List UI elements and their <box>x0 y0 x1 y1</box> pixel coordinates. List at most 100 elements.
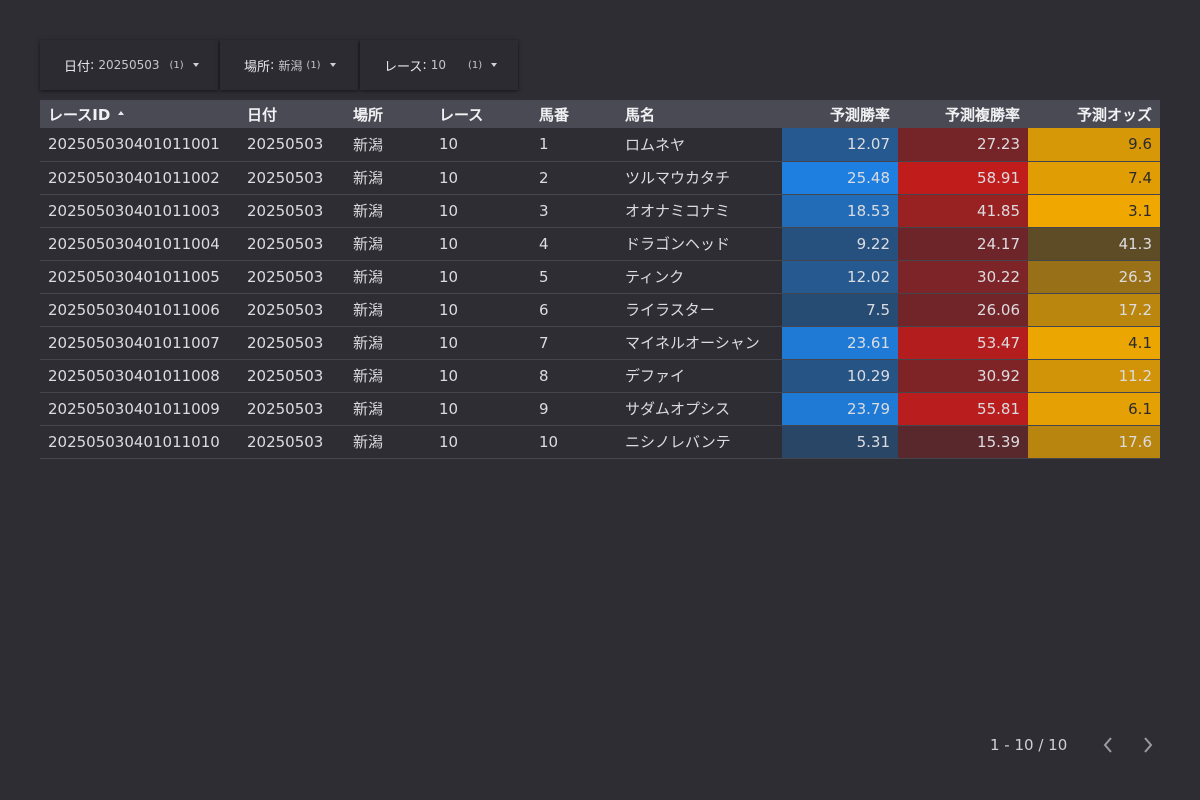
cell-date: 20250503 <box>239 293 345 327</box>
cell-odds: 41.3 <box>1028 227 1160 261</box>
column-header-odds[interactable]: 予測オッズ <box>1028 100 1160 128</box>
cell-date: 20250503 <box>239 161 345 195</box>
cell-win-rate: 7.5 <box>782 293 898 327</box>
table-row[interactable]: 202505030401011006 20250503 新潟 10 6 ライラスター 7.5… <box>40 293 1160 327</box>
cell-place: 新潟 <box>345 293 431 327</box>
cell-win-rate: 12.07 <box>782 128 898 162</box>
cell-place-rate: 53.47 <box>898 326 1028 360</box>
cell-place: 新潟 <box>345 392 431 426</box>
column-header-horse-number[interactable]: 馬番 <box>531 100 617 128</box>
filter-label: 日付 <box>64 59 91 75</box>
cell-place-rate: 30.92 <box>898 359 1028 393</box>
cell-win-rate: 9.22 <box>782 227 898 261</box>
pagination: 1 - 10 / 10 <box>990 733 1177 757</box>
cell-horse-name: ティンク <box>617 260 782 294</box>
cell-place: 新潟 <box>345 227 431 261</box>
cell-race-id: 202505030401011008 <box>40 359 239 393</box>
cell-odds: 9.6 <box>1028 128 1160 162</box>
table-header-row: レースID 日付 場所 レース 馬番 馬名 予測勝率 予測複勝率 予測オッズ <box>40 100 1160 128</box>
cell-date: 20250503 <box>239 359 345 393</box>
cell-race: 10 <box>431 260 531 294</box>
filter-count: (1) <box>306 59 321 71</box>
table-row[interactable]: 202505030401011007 20250503 新潟 10 7 マイネルオーシャン… <box>40 326 1160 360</box>
table-row[interactable]: 202505030401011004 20250503 新潟 10 4 ドラゴンヘッド 9.… <box>40 227 1160 261</box>
cell-horse-name: ドラゴンヘッド <box>617 227 782 261</box>
caret-down-icon <box>491 63 498 67</box>
cell-date: 20250503 <box>239 425 345 459</box>
cell-win-rate: 18.53 <box>782 194 898 228</box>
cell-odds: 7.4 <box>1028 161 1160 195</box>
table-row[interactable]: 202505030401011005 20250503 新潟 10 5 ティンク 12.02… <box>40 260 1160 294</box>
cell-date: 20250503 <box>239 392 345 426</box>
cell-win-rate: 23.79 <box>782 392 898 426</box>
cell-horse-number: 1 <box>531 128 617 162</box>
cell-race-id: 202505030401011005 <box>40 260 239 294</box>
sort-ascending-icon <box>118 111 125 115</box>
cell-race-id: 202505030401011007 <box>40 326 239 360</box>
column-header-race-id[interactable]: レースID <box>40 100 239 128</box>
cell-race: 10 <box>431 128 531 162</box>
filter-race[interactable]: レース: 10 (1) <box>360 40 518 90</box>
cell-race-id: 202505030401011002 <box>40 161 239 195</box>
table-body: 202505030401011001 20250503 新潟 10 1 ロムネヤ 12.07… <box>40 128 1160 459</box>
cell-race: 10 <box>431 326 531 360</box>
filter-place[interactable]: 場所: 新潟 (1) <box>220 40 358 90</box>
cell-place-rate: 58.91 <box>898 161 1028 195</box>
cell-odds: 17.2 <box>1028 293 1160 327</box>
cell-win-rate: 23.61 <box>782 326 898 360</box>
cell-place: 新潟 <box>345 260 431 294</box>
filter-value: 10 <box>430 58 447 72</box>
column-header-win-rate[interactable]: 予測勝率 <box>782 100 898 128</box>
chevron-left-icon[interactable] <box>1097 734 1119 756</box>
cell-horse-name: ニシノレバンテ <box>617 425 782 459</box>
table-row[interactable]: 202505030401011009 20250503 新潟 10 9 サダムオプシス 23… <box>40 392 1160 426</box>
cell-place: 新潟 <box>345 128 431 162</box>
table-row[interactable]: 202505030401011003 20250503 新潟 10 3 オオナミコナミ 18… <box>40 194 1160 228</box>
cell-race: 10 <box>431 194 531 228</box>
chevron-right-icon[interactable] <box>1137 734 1159 756</box>
filter-bar: 日付: 20250503 (1) 場所: 新潟 (1) レース: 10 (1) <box>40 40 518 90</box>
cell-place: 新潟 <box>345 194 431 228</box>
filter-count: (1) <box>468 59 483 71</box>
cell-win-rate: 25.48 <box>782 161 898 195</box>
cell-date: 20250503 <box>239 260 345 294</box>
cell-win-rate: 5.31 <box>782 425 898 459</box>
cell-race: 10 <box>431 161 531 195</box>
column-header-date[interactable]: 日付 <box>239 100 345 128</box>
cell-horse-number: 9 <box>531 392 617 426</box>
cell-odds: 17.6 <box>1028 425 1160 459</box>
cell-race-id: 202505030401011009 <box>40 392 239 426</box>
column-header-horse-name[interactable]: 馬名 <box>617 100 782 128</box>
table-row[interactable]: 202505030401011010 20250503 新潟 10 10 ニシノレバンテ 5… <box>40 425 1160 459</box>
cell-date: 20250503 <box>239 128 345 162</box>
cell-horse-name: ロムネヤ <box>617 128 782 162</box>
cell-horse-number: 5 <box>531 260 617 294</box>
caret-down-icon <box>329 63 336 67</box>
table-row[interactable]: 202505030401011008 20250503 新潟 10 8 デファイ 10.29… <box>40 359 1160 393</box>
cell-horse-name: オオナミコナミ <box>617 194 782 228</box>
cell-horse-name: マイネルオーシャン <box>617 326 782 360</box>
filter-label: 場所 <box>244 59 271 75</box>
cell-horse-number: 3 <box>531 194 617 228</box>
cell-odds: 3.1 <box>1028 194 1160 228</box>
cell-place-rate: 30.22 <box>898 260 1028 294</box>
table-row[interactable]: 202505030401011001 20250503 新潟 10 1 ロムネヤ 12.07… <box>40 128 1160 162</box>
filter-value: 新潟 <box>278 58 303 73</box>
cell-place-rate: 41.85 <box>898 194 1028 228</box>
cell-date: 20250503 <box>239 194 345 228</box>
filter-label: レース <box>384 59 423 75</box>
cell-place: 新潟 <box>345 425 431 459</box>
column-header-race[interactable]: レース <box>431 100 531 128</box>
cell-race: 10 <box>431 227 531 261</box>
pagination-range: 1 - 10 / 10 <box>990 736 1068 754</box>
cell-horse-number: 7 <box>531 326 617 360</box>
cell-odds: 4.1 <box>1028 326 1160 360</box>
filter-date[interactable]: 日付: 20250503 (1) <box>40 40 218 90</box>
column-header-place-rate[interactable]: 予測複勝率 <box>898 100 1028 128</box>
table-row[interactable]: 202505030401011002 20250503 新潟 10 2 ツルマウカタチ 25… <box>40 161 1160 195</box>
cell-place-rate: 26.06 <box>898 293 1028 327</box>
column-header-place[interactable]: 場所 <box>345 100 431 128</box>
cell-horse-name: サダムオプシス <box>617 392 782 426</box>
cell-horse-name: デファイ <box>617 359 782 393</box>
cell-place: 新潟 <box>345 161 431 195</box>
